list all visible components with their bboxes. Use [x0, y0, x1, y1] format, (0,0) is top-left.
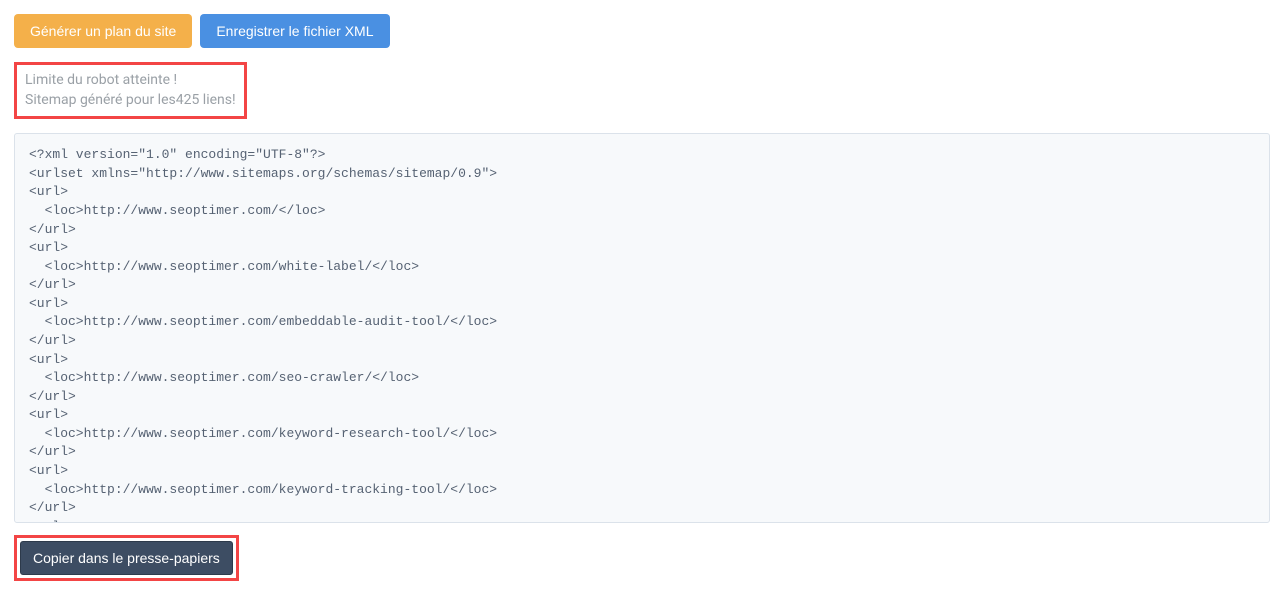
- copy-button-highlight: Copier dans le presse-papiers: [14, 535, 239, 581]
- status-line-1: Limite du robot atteinte !: [25, 71, 236, 91]
- save-xml-button[interactable]: Enregistrer le fichier XML: [200, 14, 389, 48]
- status-line-2: Sitemap généré pour les425 liens!: [25, 91, 236, 111]
- xml-output-box[interactable]: <?xml version="1.0" encoding="UTF-8"?> <…: [14, 133, 1270, 523]
- status-message-box: Limite du robot atteinte ! Sitemap génér…: [14, 62, 247, 119]
- generate-sitemap-button[interactable]: Générer un plan du site: [14, 14, 192, 48]
- top-button-row: Générer un plan du site Enregistrer le f…: [14, 14, 1270, 48]
- copy-clipboard-button[interactable]: Copier dans le presse-papiers: [20, 541, 233, 575]
